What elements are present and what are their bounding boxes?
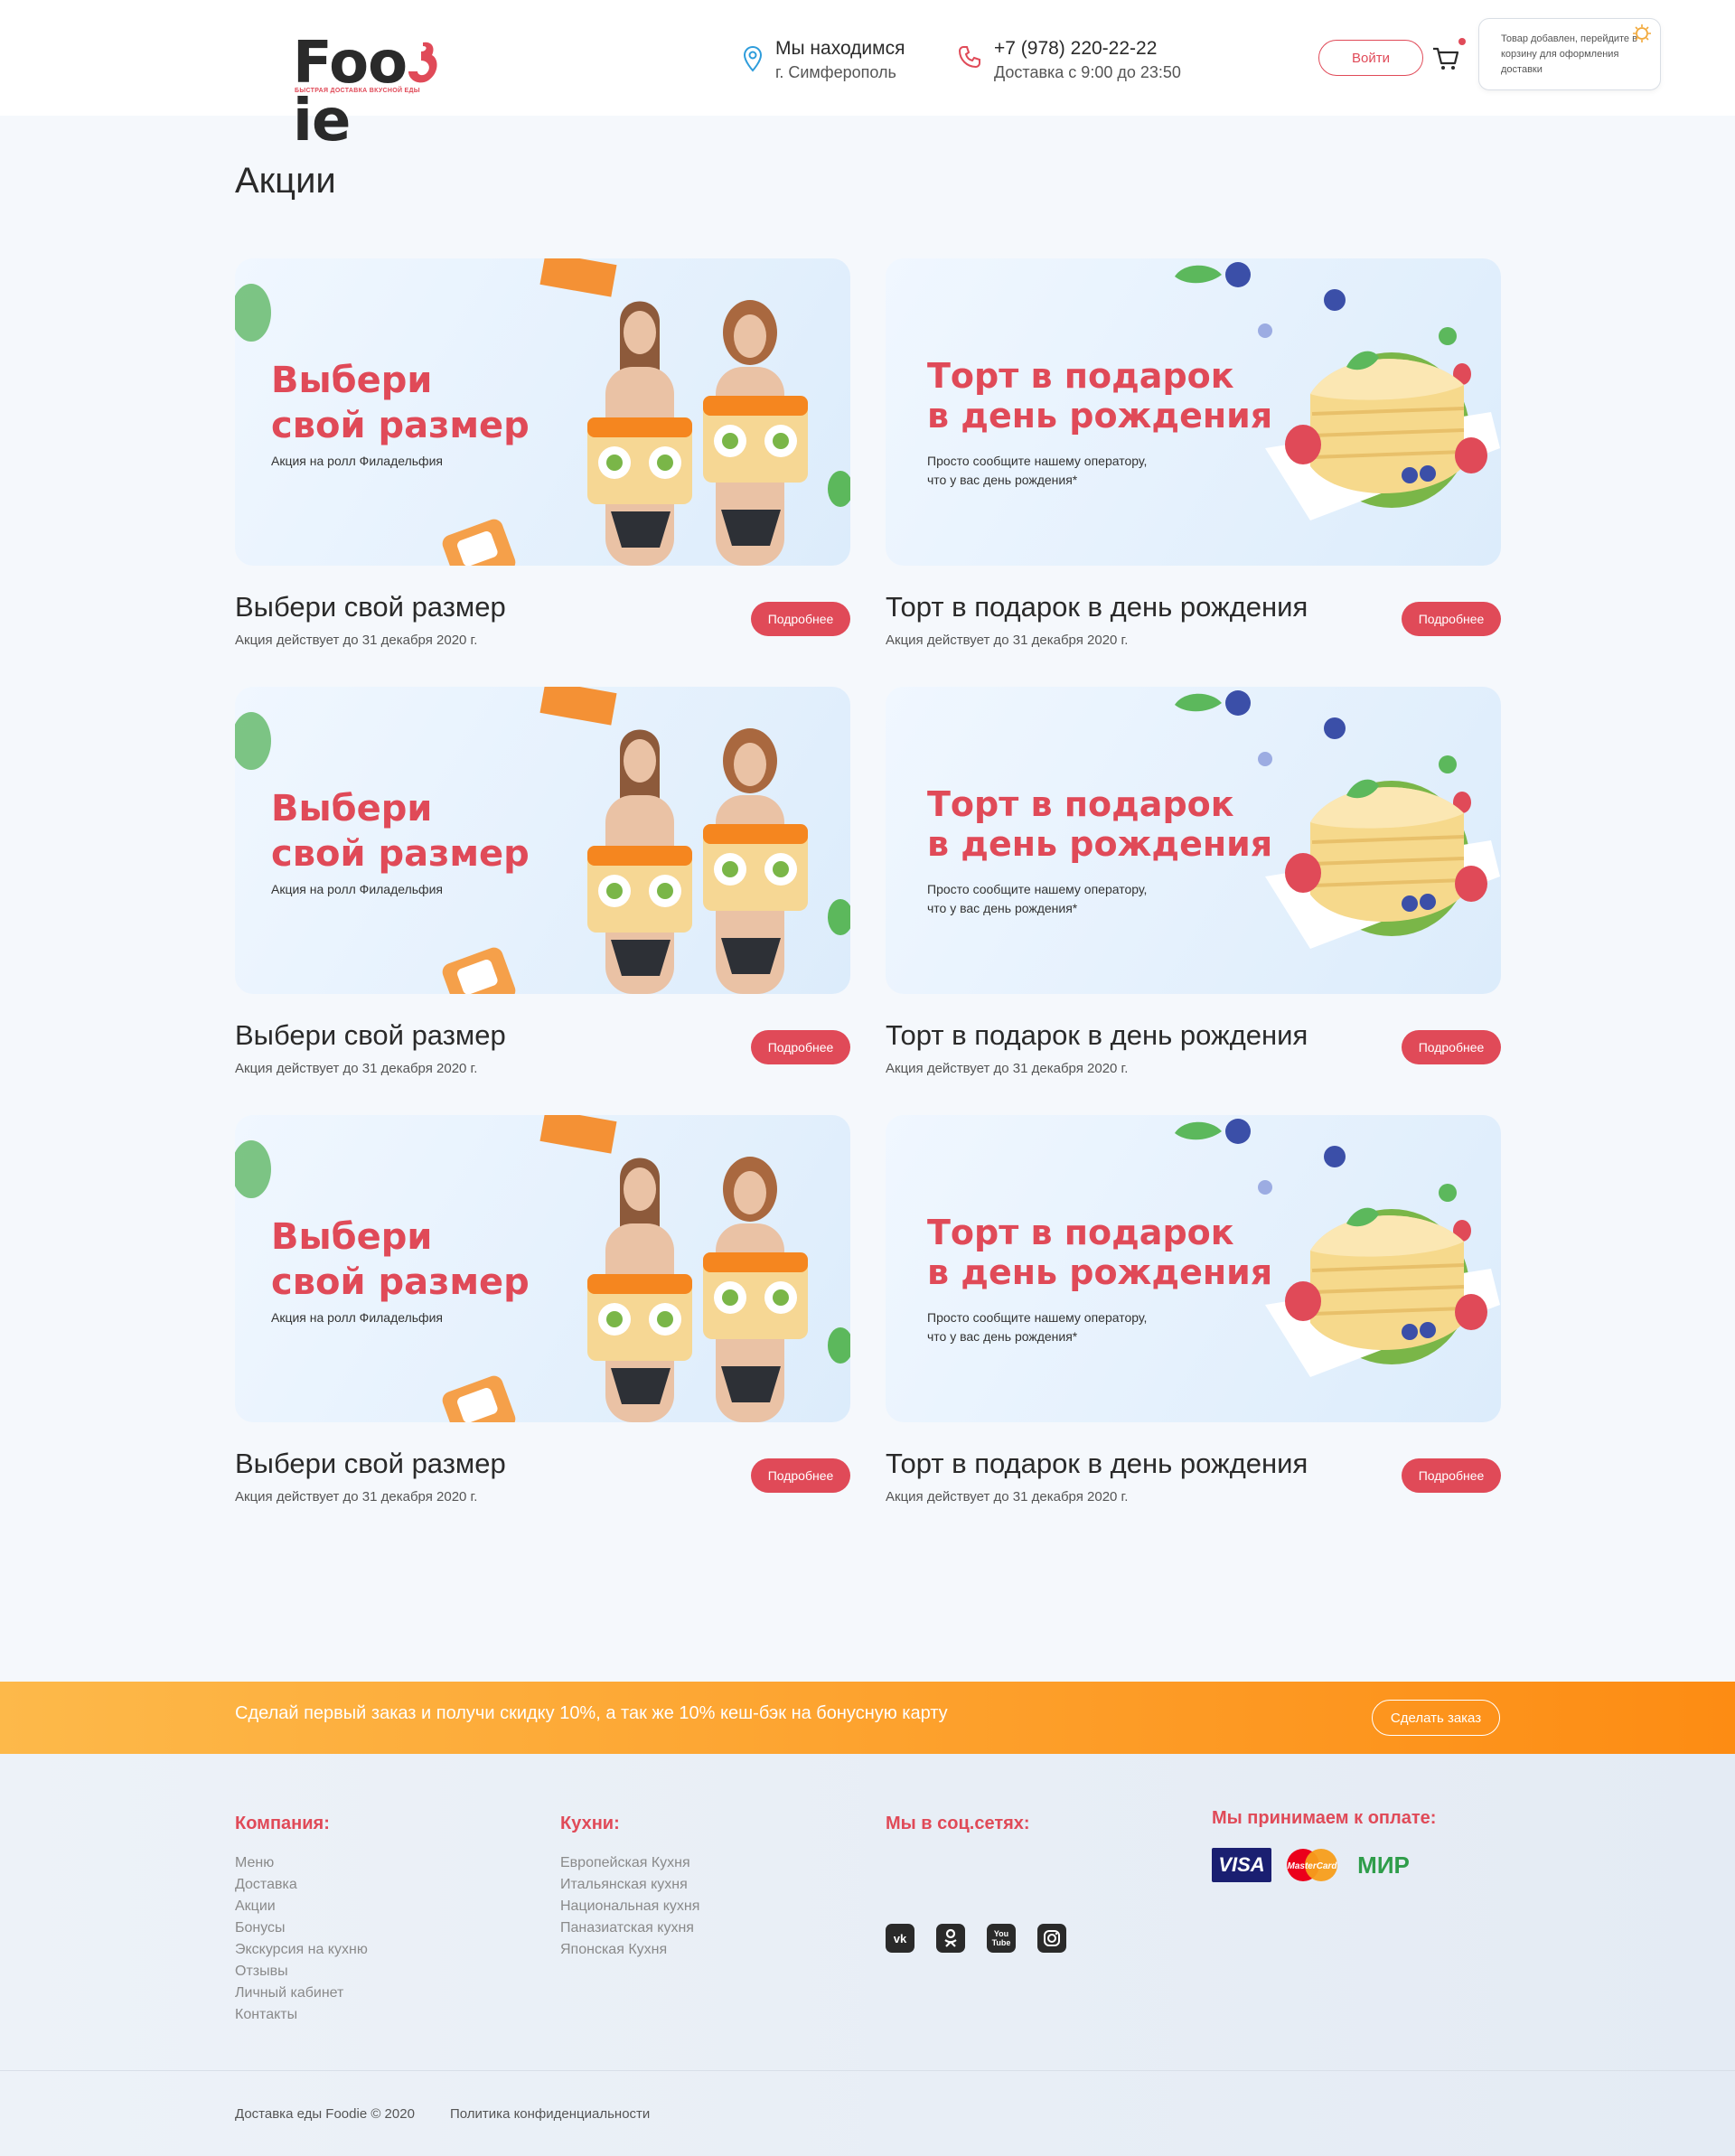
promo-card: Торт в подарок в день рождения Просто со… <box>886 1115 1501 1513</box>
toast-text: Товар добавлен, перейдите в корзину для … <box>1501 33 1637 75</box>
details-button[interactable]: Подробнее <box>1402 1458 1501 1493</box>
banner-title: Выбери свой размер <box>271 360 530 446</box>
banner-subtitle: Просто сообщите нашему оператору, что у … <box>927 1310 1148 1344</box>
make-order-button[interactable]: Сделать заказ <box>1372 1700 1500 1736</box>
footer-link-kitchen-tour[interactable]: Экскурсия на кухню <box>235 1939 368 1961</box>
footer-divider <box>0 2070 1735 2071</box>
details-button[interactable]: Подробнее <box>1402 602 1501 636</box>
discount-text: Сделай первый заказ и получи скидку 10%,… <box>235 1703 948 1723</box>
promo-title: Выбери свой размер <box>235 591 506 623</box>
promo-title: Торт в подарок в день рождения <box>886 1448 1308 1479</box>
site-footer: Компания: Меню Доставка Акции Бонусы Экс… <box>0 1754 1735 2156</box>
mastercard-label: MasterCard <box>1287 1861 1337 1871</box>
footer-social: Мы в соц.сетях: <box>886 1814 1030 1852</box>
shrimp-icon <box>408 42 437 83</box>
promo-date: Акция действует до 31 декабря 2020 г. <box>235 633 478 648</box>
location-pin-icon <box>743 45 763 72</box>
cart-icon[interactable] <box>1431 43 1460 72</box>
promo-title: Торт в подарок в день рождения <box>886 1019 1308 1051</box>
copyright: Доставка еды Foodie © 2020 <box>235 2106 415 2122</box>
promo-card: Торт в подарок в день рождения Просто со… <box>886 258 1501 656</box>
promo-date: Акция действует до 31 декабря 2020 г. <box>235 1061 478 1076</box>
phone-icon <box>958 46 980 69</box>
mastercard-logo: MasterCard <box>1283 1848 1341 1882</box>
promo-banner[interactable]: Выбери свой размер Акция на ролл Филадел… <box>235 687 850 994</box>
logo[interactable]: Fooie БЫСТРАЯ ДОСТАВКА ВКУСНОЙ ЕДЫ <box>293 18 496 150</box>
footer-payment-heading: Мы принимаем к оплате: <box>1212 1808 1437 1828</box>
promo-card: Выбери свой размер Акция на ролл Филадел… <box>235 258 850 656</box>
footer-link-menu[interactable]: Меню <box>235 1852 368 1874</box>
promo-banner[interactable]: Торт в подарок в день рождения Просто со… <box>886 687 1501 994</box>
banner-subtitle: Просто сообщите нашему оператору, что у … <box>927 454 1148 487</box>
footer-link-promos[interactable]: Акции <box>235 1896 368 1917</box>
promo-title: Выбери свой размер <box>235 1448 506 1479</box>
promo-banner[interactable]: Торт в подарок в день рождения Просто со… <box>886 1115 1501 1422</box>
banner-title: Выбери свой размер <box>271 1216 530 1303</box>
footer-link-european[interactable]: Европейская Кухня <box>560 1852 699 1874</box>
promo-banner[interactable]: Выбери свой размер Акция на ролл Филадел… <box>235 258 850 566</box>
discount-strip: Сделай первый заказ и получи скидку 10%,… <box>0 1682 1735 1754</box>
phone-block: +7 (978) 220-22-22 Доставка с 9:00 до 23… <box>958 36 1181 83</box>
page-title: Акции <box>235 161 336 201</box>
details-button[interactable]: Подробнее <box>751 1458 850 1493</box>
banner-title: Выбери свой размер <box>271 788 530 875</box>
phone-number[interactable]: +7 (978) 220-22-22 <box>994 36 1181 61</box>
promo-title: Торт в подарок в день рождения <box>886 591 1308 623</box>
footer-link-delivery[interactable]: Доставка <box>235 1874 368 1896</box>
footer-link-panasian[interactable]: Паназиатская кухня <box>560 1917 699 1939</box>
close-icon[interactable] <box>1632 23 1652 43</box>
privacy-policy-link[interactable]: Политика конфиденциальности <box>450 2106 650 2122</box>
banner-title: Торт в подарок в день рождения <box>927 784 1273 864</box>
footer-link-contacts[interactable]: Контакты <box>235 2004 368 2026</box>
footer-company-heading: Компания: <box>235 1814 330 1833</box>
details-button[interactable]: Подробнее <box>751 1030 850 1064</box>
site-header: Fooie БЫСТРАЯ ДОСТАВКА ВКУСНОЙ ЕДЫ Мы на… <box>0 0 1735 150</box>
promo-card: Торт в подарок в день рождения Просто со… <box>886 687 1501 1084</box>
promo-banner[interactable]: Выбери свой размер Акция на ролл Филадел… <box>235 1115 850 1422</box>
vk-icon[interactable]: vk <box>886 1924 914 1953</box>
logo-tagline: БЫСТРАЯ ДОСТАВКА ВКУСНОЙ ЕДЫ <box>295 88 420 94</box>
footer-link-bonuses[interactable]: Бонусы <box>235 1917 368 1939</box>
promo-date: Акция действует до 31 декабря 2020 г. <box>886 1489 1129 1505</box>
promo-date: Акция действует до 31 декабря 2020 г. <box>886 1061 1129 1076</box>
location-title: Мы находимся <box>775 38 905 59</box>
footer-kitchens-heading: Кухни: <box>560 1814 620 1833</box>
promo-date: Акция действует до 31 декабря 2020 г. <box>886 633 1129 648</box>
footer-link-japanese[interactable]: Японская Кухня <box>560 1939 699 1961</box>
banner-subtitle: Акция на ролл Филадельфия <box>271 454 443 468</box>
banner-subtitle: Акция на ролл Филадельфия <box>271 1310 443 1325</box>
details-button[interactable]: Подробнее <box>1402 1030 1501 1064</box>
promo-title: Выбери свой размер <box>235 1019 506 1051</box>
promo-date: Акция действует до 31 декабря 2020 г. <box>235 1489 478 1505</box>
banner-title: Торт в подарок в день рождения <box>927 356 1273 436</box>
location-block: Мы находимся г. Симферополь <box>743 36 905 83</box>
youtube-icon[interactable]: You Tube <box>987 1924 1016 1953</box>
banner-subtitle: Просто сообщите нашему оператору, что у … <box>927 882 1148 915</box>
visa-logo: VISA <box>1212 1848 1271 1882</box>
instagram-icon[interactable] <box>1037 1924 1066 1953</box>
promo-card: Выбери свой размер Акция на ролл Филадел… <box>235 1115 850 1513</box>
footer-kitchens: Кухни: Европейская Кухня Итальянская кух… <box>560 1814 699 1961</box>
footer-link-reviews[interactable]: Отзывы <box>235 1961 368 1983</box>
location-city: г. Симферополь <box>775 63 896 81</box>
cart-badge <box>1458 38 1466 45</box>
details-button[interactable]: Подробнее <box>751 602 850 636</box>
promo-card: Выбери свой размер Акция на ролл Филадел… <box>235 687 850 1084</box>
delivery-hours: Доставка с 9:00 до 23:50 <box>994 63 1181 81</box>
odnoklassniki-icon[interactable] <box>936 1924 965 1953</box>
banner-title: Торт в подарок в день рождения <box>927 1213 1273 1292</box>
footer-social-heading: Мы в соц.сетях: <box>886 1814 1030 1833</box>
mir-logo: МИР <box>1357 1851 1410 1879</box>
footer-company: Компания: Меню Доставка Акции Бонусы Экс… <box>235 1814 368 2026</box>
login-button[interactable]: Войти <box>1318 40 1423 76</box>
footer-link-account[interactable]: Личный кабинет <box>235 1983 368 2004</box>
banner-subtitle: Акция на ролл Филадельфия <box>271 882 443 896</box>
footer-link-italian[interactable]: Итальянская кухня <box>560 1874 699 1896</box>
footer-link-national[interactable]: Национальная кухня <box>560 1896 699 1917</box>
footer-payment: Мы принимаем к оплате: <box>1212 1808 1436 1847</box>
promo-banner[interactable]: Торт в подарок в день рождения Просто со… <box>886 258 1501 566</box>
